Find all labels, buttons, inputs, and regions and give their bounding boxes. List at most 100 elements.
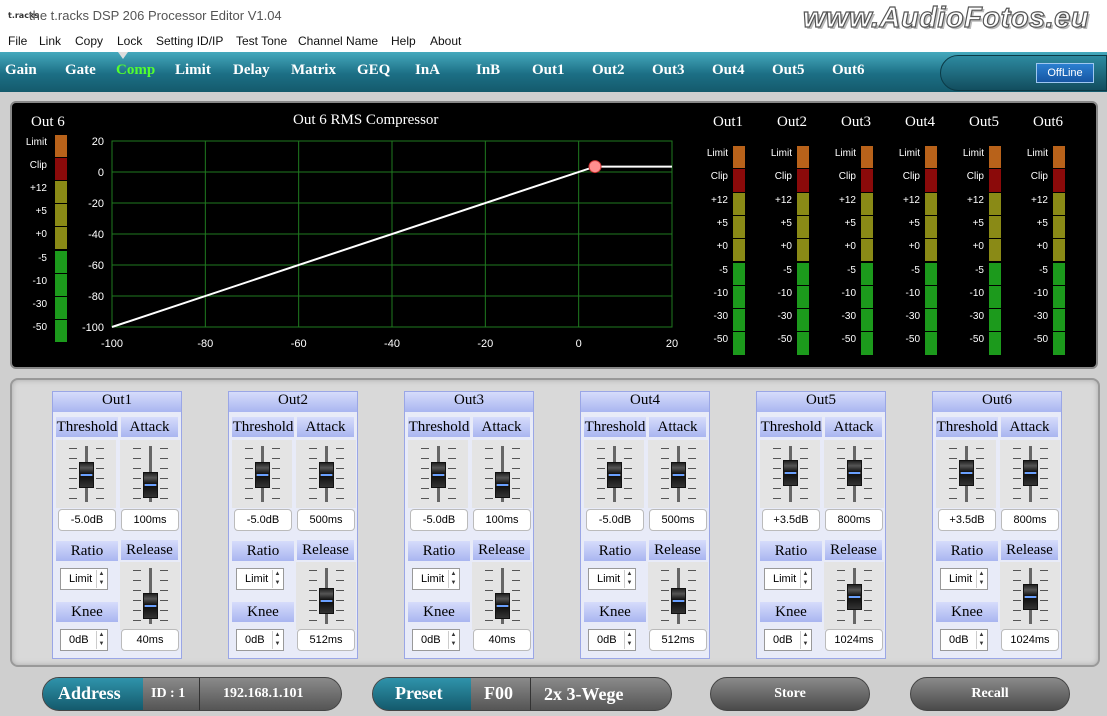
meter-title-out3: Out3 xyxy=(841,114,871,130)
knee-spinner[interactable]: 0dB ▲ ▼ xyxy=(764,629,812,651)
ratio-spinner[interactable]: Limit ▲ ▼ xyxy=(60,568,108,590)
spin-arrows-icon[interactable]: ▲ ▼ xyxy=(272,570,282,588)
slider-knob[interactable] xyxy=(143,471,158,498)
spin-arrows-icon[interactable]: ▲ ▼ xyxy=(96,631,106,649)
release-value[interactable]: 512ms xyxy=(649,629,707,651)
meter-out6-label: +5 xyxy=(1036,217,1048,229)
slider-tick xyxy=(133,590,141,591)
knee-spinner[interactable]: 0dB ▲ ▼ xyxy=(60,629,108,651)
release-slider[interactable] xyxy=(296,562,356,630)
ratio-spinner[interactable]: Limit ▲ ▼ xyxy=(412,568,460,590)
recall-button[interactable]: Recall xyxy=(910,677,1070,711)
attack-value[interactable]: 800ms xyxy=(1001,509,1059,531)
release-value[interactable]: 512ms xyxy=(297,629,355,651)
slider-knob[interactable] xyxy=(431,462,446,489)
spin-arrows-icon[interactable]: ▲ ▼ xyxy=(96,570,106,588)
slider-knob[interactable] xyxy=(143,593,158,620)
attack-slider[interactable] xyxy=(472,440,532,508)
spin-arrows-icon[interactable]: ▲ ▼ xyxy=(272,631,282,649)
attack-slider[interactable] xyxy=(296,440,356,508)
ratio-spinner[interactable]: Limit ▲ ▼ xyxy=(764,568,812,590)
slider-knob[interactable] xyxy=(79,462,94,489)
threshold-slider[interactable] xyxy=(760,440,820,508)
release-slider[interactable] xyxy=(648,562,708,630)
meter-out1-segment xyxy=(733,239,745,262)
attack-value[interactable]: 500ms xyxy=(649,509,707,531)
meter-out6-label: -5 xyxy=(1039,264,1048,276)
attack-value[interactable]: 500ms xyxy=(297,509,355,531)
threshold-value[interactable]: -5.0dB xyxy=(234,509,292,531)
release-value[interactable]: 40ms xyxy=(121,629,179,651)
slider-knob[interactable] xyxy=(1023,459,1038,486)
slider-knob[interactable] xyxy=(255,462,270,489)
slider-knob[interactable] xyxy=(319,587,334,614)
slider-knob[interactable] xyxy=(319,462,334,489)
release-value[interactable]: 40ms xyxy=(473,629,531,651)
threshold-value[interactable]: -5.0dB xyxy=(410,509,468,531)
attack-value[interactable]: 100ms xyxy=(473,509,531,531)
release-slider[interactable] xyxy=(472,562,532,630)
channel-header: Out3 xyxy=(405,392,533,412)
spin-arrows-icon[interactable]: ▲ ▼ xyxy=(800,570,810,588)
slider-knob[interactable] xyxy=(495,471,510,498)
spin-arrows-icon[interactable]: ▲ ▼ xyxy=(448,631,458,649)
slider-tick xyxy=(512,580,520,581)
knee-spinner[interactable]: 0dB ▲ ▼ xyxy=(940,629,988,651)
meter-out2-segment xyxy=(797,192,809,215)
attack-slider[interactable] xyxy=(1000,440,1060,508)
threshold-value[interactable]: -5.0dB xyxy=(586,509,644,531)
attack-slider[interactable] xyxy=(648,440,708,508)
spin-arrows-icon[interactable]: ▲ ▼ xyxy=(800,631,810,649)
spin-arrows-icon[interactable]: ▲ ▼ xyxy=(624,631,634,649)
threshold-slider[interactable] xyxy=(56,440,116,508)
knee-spinner[interactable]: 0dB ▲ ▼ xyxy=(588,629,636,651)
slider-tick xyxy=(485,620,493,621)
ratio-spinner[interactable]: Limit ▲ ▼ xyxy=(236,568,284,590)
knee-spinner[interactable]: 0dB ▲ ▼ xyxy=(412,629,460,651)
slider-knob[interactable] xyxy=(783,459,798,486)
y-tick-label: -80 xyxy=(88,291,104,303)
ratio-spinner[interactable]: Limit ▲ ▼ xyxy=(940,568,988,590)
meter-out2-segment xyxy=(797,309,809,332)
spin-arrows-icon[interactable]: ▲ ▼ xyxy=(448,570,458,588)
slider-knob[interactable] xyxy=(671,587,686,614)
release-value[interactable]: 1024ms xyxy=(1001,629,1059,651)
slider-knob[interactable] xyxy=(959,459,974,486)
slider-knob[interactable] xyxy=(495,593,510,620)
release-slider[interactable] xyxy=(824,562,884,630)
threshold-slider[interactable] xyxy=(232,440,292,508)
attack-slider[interactable] xyxy=(120,440,180,508)
attack-slider[interactable] xyxy=(824,440,884,508)
threshold-slider[interactable] xyxy=(408,440,468,508)
ip-address[interactable]: 192.168.1.101 xyxy=(223,686,304,702)
threshold-value[interactable]: +3.5dB xyxy=(938,509,996,531)
ratio-spinner[interactable]: Limit ▲ ▼ xyxy=(588,568,636,590)
slider-knob[interactable] xyxy=(847,584,862,611)
slider-tick xyxy=(485,610,493,611)
meter-out4-label: -50 xyxy=(905,334,920,346)
slider-knob[interactable] xyxy=(1023,584,1038,611)
store-button[interactable]: Store xyxy=(710,677,870,711)
meter-out2-label: -30 xyxy=(777,311,792,323)
slider-knob[interactable] xyxy=(671,462,686,489)
release-slider[interactable] xyxy=(1000,562,1060,630)
slider-knob[interactable] xyxy=(607,462,622,489)
meter-out4-label: +12 xyxy=(903,194,920,206)
threshold-value[interactable]: +3.5dB xyxy=(762,509,820,531)
threshold-value[interactable]: -5.0dB xyxy=(58,509,116,531)
spin-arrows-icon[interactable]: ▲ ▼ xyxy=(624,570,634,588)
threshold-slider[interactable] xyxy=(584,440,644,508)
slider-knob[interactable] xyxy=(847,459,862,486)
release-slider[interactable] xyxy=(120,562,180,630)
attack-value[interactable]: 100ms xyxy=(121,509,179,531)
knee-spinner[interactable]: 0dB ▲ ▼ xyxy=(236,629,284,651)
spin-arrows-icon[interactable]: ▲ ▼ xyxy=(976,631,986,649)
spin-arrows-icon[interactable]: ▲ ▼ xyxy=(976,570,986,588)
threshold-slider[interactable] xyxy=(936,440,996,508)
preset-name[interactable]: 2x 3-Wege xyxy=(544,684,623,705)
slider-tick xyxy=(133,600,141,601)
release-value[interactable]: 1024ms xyxy=(825,629,883,651)
channel-header: Out6 xyxy=(933,392,1061,412)
slider-tick xyxy=(160,478,168,479)
attack-value[interactable]: 800ms xyxy=(825,509,883,531)
